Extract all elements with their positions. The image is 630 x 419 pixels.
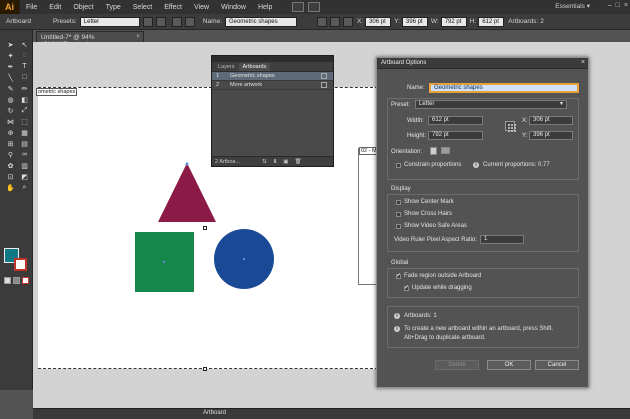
chevron-down-icon: ▾ [559,101,563,107]
reference-point-icon[interactable] [505,121,516,132]
show-cross-hairs-label: Show Cross Hairs [404,211,453,217]
info-text: To create a new artboard within an artbo… [404,326,554,341]
preset-label: Preset: [391,102,411,108]
cancel-button[interactable]: Cancel [535,360,579,370]
fade-region-checkbox[interactable] [396,272,401,279]
status-text: Artboard [203,410,227,416]
delete-button[interactable]: Delete [435,360,479,370]
orientation-label: Orientation: [391,149,423,155]
show-center-mark-checkbox[interactable] [396,200,401,205]
tab-layers[interactable]: Layers [214,63,239,71]
artboard-row-number: 1 [216,73,220,79]
artboards-panel-footer: 2 Artboa... ⇅ ⬇ ▣ 🗑 [212,156,333,166]
dialog-title: Artboard Options [377,58,588,69]
new-artboard-icon[interactable]: ▣ [283,159,288,165]
artboard-options-dialog: Artboard Options × Name: Geometric shape… [376,57,589,388]
artboard-row[interactable]: 2 More artwork [212,81,333,90]
name-field[interactable]: Geometric shapes [429,83,579,93]
update-while-dragging-checkbox[interactable] [404,284,409,291]
global-section-title: Global [391,260,409,266]
circle-center-point [242,257,246,261]
show-cross-hairs-checkbox[interactable] [396,212,401,217]
artboard-options-icon[interactable] [321,73,327,79]
preset-select[interactable]: Letter ▾ [415,100,567,109]
display-section-title: Display [391,186,411,192]
width-label: Width: [407,118,425,124]
name-label: Name: [407,85,425,91]
triangle-shape[interactable] [158,163,216,222]
info-icon: i [394,326,400,332]
current-proportions: Current proportions: 0.77 [483,162,550,168]
preset-select-value: Letter [419,101,435,107]
video-ruler-field[interactable]: 1 [480,235,524,244]
info-icon: i [473,162,479,168]
status-bar: Artboard [33,408,630,419]
constrain-proportions-label: Constrain proportions [404,162,462,168]
x-field[interactable]: 306 pt [529,116,573,125]
x-label: X: [522,118,528,124]
trash-icon[interactable]: 🗑 [295,159,302,165]
reference-grid [508,124,516,132]
info-icon: i [394,313,400,319]
update-while-dragging-label: Update while dragging [412,285,472,291]
height-field[interactable]: 792 pt [428,131,483,140]
tab-artboards[interactable]: Artboards [238,63,271,71]
show-center-mark-label: Show Center Mark [404,199,454,205]
width-field[interactable]: 612 pt [428,116,483,125]
y-label: Y: [522,133,528,139]
constrain-proportions-checkbox[interactable] [396,163,401,168]
artboard-options-icon[interactable] [321,82,327,88]
dialog-close-icon[interactable]: × [581,59,585,66]
y-field[interactable]: 396 pt [529,131,573,140]
artboards-panel: Layers Artboards 1 Geometric shapes 2 Mo… [211,55,334,167]
move-down-icon[interactable]: ⬇ [273,159,278,165]
landscape-icon[interactable] [441,147,450,154]
artboard-row-number: 2 [216,82,220,88]
artboard-row[interactable]: 1 Geometric shapes [212,72,333,81]
show-video-safe-areas-checkbox[interactable] [396,224,401,229]
panel-tabs: Layers Artboards [212,62,333,72]
video-ruler-label: Video Ruler Pixel Aspect Ratio: [394,237,477,243]
triangle-anchor [185,162,189,166]
artboard-row-name: Geometric shapes [230,73,275,79]
artboard-row-name: More artwork [230,82,263,88]
show-video-safe-areas-label: Show Video Safe Areas [404,223,467,229]
portrait-icon[interactable] [430,147,437,155]
square-center-point [162,260,166,264]
artboards-count: 2 Artboa... [215,158,241,165]
rearrange-icon[interactable]: ⇅ [262,159,267,165]
artboards-count-text: Artboards: 1 [404,313,437,319]
ok-button[interactable]: OK [487,360,531,370]
fade-region-label: Fade region outside Artboard [404,273,482,279]
height-label: Height: [407,133,427,139]
